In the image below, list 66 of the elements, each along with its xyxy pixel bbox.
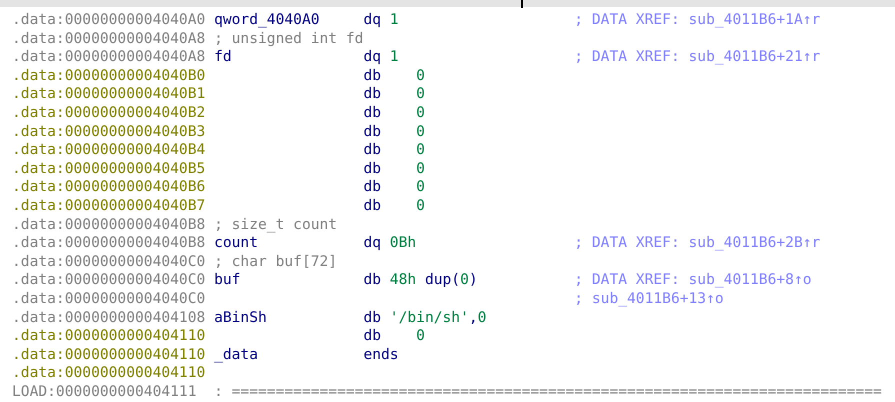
directive: dq (363, 234, 382, 253)
directive: db (363, 160, 382, 178)
xref-comment: ; DATA XREF: sub_4011B6+8↑o (574, 271, 812, 290)
address-text: .data:00000000004040C0 (12, 271, 206, 290)
address-text: .data:00000000004040B4 (12, 141, 206, 160)
symbol-name: qword_4040A0 (214, 11, 320, 30)
operand: 0 (416, 104, 425, 123)
address-text: .data:00000000004040B1 (12, 85, 206, 104)
address-text: .data:00000000004040B0 (12, 66, 206, 86)
directive: db (363, 85, 382, 104)
xref-comment: ; sub_4011B6+13↑o (574, 290, 724, 308)
directive: db (363, 308, 382, 328)
address-text: .data:00000000004040B5 (12, 160, 206, 178)
operand: 0 (416, 66, 425, 86)
directive: db (363, 104, 382, 123)
address-text: .data:00000000004040B2 (12, 104, 206, 123)
address-text: .data:00000000004040A8 (12, 30, 206, 48)
type-comment: ; size_t count (214, 216, 338, 234)
operand: 0 (416, 178, 425, 197)
address-text: .data:0000000000404110 (12, 364, 206, 383)
symbol-name: count (214, 234, 258, 253)
xref-comment: ; DATA XREF: sub_4011B6+21↑r (574, 48, 820, 67)
operand: 0Bh (390, 234, 416, 253)
operand: 1 (390, 48, 399, 67)
directive: db (363, 271, 382, 290)
symbol-name: buf (214, 271, 240, 290)
directive: db (363, 66, 382, 86)
directive: ends (363, 346, 399, 364)
directive: db (363, 122, 382, 142)
address-text: .data:0000000000404108 (12, 308, 206, 328)
operand: 48h dup(0) (390, 271, 478, 290)
directive: db (363, 327, 382, 346)
directive: db (363, 141, 382, 160)
address-text: .data:00000000004040C0 (12, 252, 206, 272)
symbol-name: fd (214, 48, 232, 67)
operand: 0 (416, 141, 425, 160)
address-text: .data:00000000004040B7 (12, 196, 206, 216)
address-text: .data:00000000004040C0 (12, 290, 206, 308)
operand: 0 (416, 85, 425, 104)
directive: db (363, 196, 382, 216)
xref-comment: ; DATA XREF: sub_4011B6+2B↑r (574, 234, 820, 253)
operand: 1 (390, 11, 399, 30)
address-text: .data:0000000000404110 (12, 346, 206, 364)
operand: 0 (416, 122, 425, 142)
address-text: .data:00000000004040B8 (12, 234, 206, 253)
directive: dq (363, 11, 382, 30)
address-text: .data:00000000004040B6 (12, 178, 206, 197)
address-text: .data:00000000004040B3 (12, 122, 206, 142)
address-text: LOAD:0000000000404111 (12, 382, 198, 402)
xref-comment: ; DATA XREF: sub_4011B6+1A↑r (574, 11, 820, 30)
address-text: .data:0000000000404110 (12, 327, 206, 346)
directive: db (363, 178, 382, 197)
segment-separator: : ========================================================================== (214, 382, 882, 402)
text-cursor (521, 0, 523, 8)
type-comment: ; unsigned int fd (214, 30, 364, 48)
type-comment: ; char buf[72] (214, 252, 338, 272)
operand: 0 (416, 196, 425, 216)
operand: 0 (416, 327, 425, 346)
address-text: .data:00000000004040B8 (12, 216, 206, 234)
operand: '/bin/sh',0 (390, 308, 486, 328)
directive: dq (363, 48, 382, 67)
symbol-name: _data (214, 346, 258, 364)
operand: 0 (416, 160, 425, 178)
address-text: .data:00000000004040A8 (12, 48, 206, 67)
symbol-name: aBinSh (214, 308, 267, 328)
address-text: .data:00000000004040A0 (12, 11, 206, 30)
